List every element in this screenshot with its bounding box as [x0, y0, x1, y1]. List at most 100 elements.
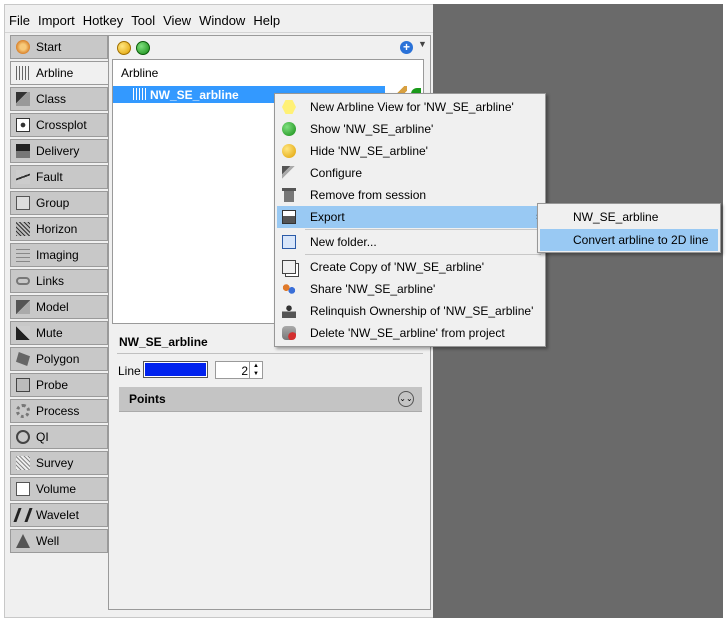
- tab-crossplot[interactable]: Crossplot: [10, 113, 108, 137]
- tab-arbline[interactable]: Arbline: [10, 61, 110, 85]
- tab-survey[interactable]: Survey: [10, 451, 108, 475]
- tab-label: Mute: [36, 326, 63, 340]
- tab-label: Polygon: [36, 352, 80, 366]
- line-color-fill: [145, 363, 206, 376]
- menu-separator: [305, 254, 541, 255]
- menu-item-new-view[interactable]: New Arbline View for 'NW_SE_arbline': [277, 96, 543, 118]
- user-icon: [282, 304, 296, 318]
- menu-view[interactable]: View: [159, 10, 195, 32]
- tab-horizon[interactable]: Horizon: [10, 217, 108, 241]
- menu-item-new-folder[interactable]: New folder...: [277, 231, 543, 253]
- properties-title: NW_SE_arbline: [119, 335, 208, 349]
- tab-label: Arbline: [36, 66, 74, 80]
- qi-icon: [16, 430, 30, 444]
- menu-help[interactable]: Help: [249, 10, 284, 32]
- well-icon: [16, 534, 30, 548]
- tab-label: Crossplot: [36, 118, 87, 132]
- chevron-down-icon[interactable]: ▼: [418, 39, 427, 49]
- menu-item-remove[interactable]: Remove from session: [277, 184, 543, 206]
- tab-imaging[interactable]: Imaging: [10, 243, 108, 267]
- class-icon: [16, 92, 30, 106]
- menu-item-relinquish[interactable]: Relinquish Ownership of 'NW_SE_arbline': [277, 300, 543, 322]
- tab-wavelet[interactable]: Wavelet: [10, 503, 108, 527]
- side-tabs: Start Arbline Class Crossplot Delivery F…: [10, 35, 110, 555]
- horizon-icon: [16, 222, 30, 236]
- menu-item-show[interactable]: Show 'NW_SE_arbline': [277, 118, 543, 140]
- tab-label: Model: [36, 300, 69, 314]
- tab-label: Horizon: [36, 222, 78, 236]
- copy-icon: [282, 260, 296, 274]
- tab-volume[interactable]: Volume: [10, 477, 108, 501]
- group-icon: [16, 196, 30, 210]
- menubar: File Import Hotkey Tool View Window Help: [5, 10, 433, 32]
- tab-fault[interactable]: Fault: [10, 165, 108, 189]
- menu-window[interactable]: Window: [195, 10, 249, 32]
- submenu-item-arbline[interactable]: NW_SE_arbline: [540, 206, 718, 228]
- tree-item-label: NW_SE_arbline: [150, 88, 239, 102]
- hide-icon: [282, 144, 296, 158]
- tab-group[interactable]: Group: [10, 191, 108, 215]
- tab-delivery[interactable]: Delivery: [10, 139, 108, 163]
- show-icon: [282, 122, 296, 136]
- tree-header: Arbline: [121, 66, 159, 80]
- add-icon[interactable]: +: [400, 41, 413, 54]
- process-icon: [16, 404, 30, 418]
- tab-label: Volume: [36, 482, 77, 496]
- yellow-status-icon[interactable]: [117, 41, 131, 55]
- panel-toolbar: + ▼: [109, 36, 430, 58]
- fault-icon: [16, 170, 30, 184]
- imaging-icon: [16, 248, 30, 262]
- tab-well[interactable]: Well: [10, 529, 108, 553]
- tab-model[interactable]: Model: [10, 295, 108, 319]
- tab-probe[interactable]: Probe: [10, 373, 108, 397]
- line-width-stepper[interactable]: 2 ▲ ▼: [215, 361, 263, 379]
- wavelet-icon: [13, 508, 33, 522]
- stepper-up-icon[interactable]: ▲: [249, 362, 262, 370]
- volume-icon: [16, 482, 30, 496]
- stepper-down-icon[interactable]: ▼: [249, 370, 262, 378]
- line-label: Line: [118, 364, 141, 378]
- start-icon: [16, 40, 30, 54]
- line-color-swatch[interactable]: [143, 361, 208, 378]
- tab-label: Delivery: [36, 144, 80, 158]
- tab-qi[interactable]: QI: [10, 425, 108, 449]
- tab-label: Well: [36, 534, 60, 548]
- menu-item-configure[interactable]: Configure: [277, 162, 543, 184]
- polygon-icon: [16, 352, 30, 366]
- tab-links[interactable]: Links: [10, 269, 108, 293]
- menu-item-create-copy[interactable]: Create Copy of 'NW_SE_arbline': [277, 256, 543, 278]
- line-width-value: 2: [241, 364, 248, 378]
- tab-label: Imaging: [36, 248, 79, 262]
- points-label: Points: [129, 392, 166, 406]
- submenu-item-convert-2d[interactable]: Convert arbline to 2D line: [540, 229, 718, 251]
- menu-item-hide[interactable]: Hide 'NW_SE_arbline': [277, 140, 543, 162]
- tab-label: Process: [36, 404, 80, 418]
- tab-polygon[interactable]: Polygon: [10, 347, 108, 371]
- tab-mute[interactable]: Mute: [10, 321, 108, 345]
- expand-chevron-icon[interactable]: ⌄⌄: [398, 391, 414, 407]
- new-view-icon: [282, 100, 296, 114]
- menu-import[interactable]: Import: [34, 10, 79, 32]
- menu-hotkey[interactable]: Hotkey: [79, 10, 127, 32]
- trash-icon: [282, 188, 296, 202]
- crossplot-icon: [16, 118, 30, 132]
- properties-divider: [117, 353, 423, 354]
- menu-tool[interactable]: Tool: [127, 10, 159, 32]
- export-submenu: NW_SE_arbline Convert arbline to 2D line: [537, 203, 721, 253]
- menu-separator: [305, 229, 541, 230]
- menu-item-share[interactable]: Share 'NW_SE_arbline': [277, 278, 543, 300]
- menu-file[interactable]: File: [5, 10, 34, 32]
- tab-class[interactable]: Class: [10, 87, 108, 111]
- points-section-header[interactable]: Points ⌄⌄: [119, 387, 422, 412]
- delete-database-icon: [282, 326, 296, 340]
- arbline-item-icon: [133, 88, 146, 100]
- arbline-icon: [16, 66, 30, 80]
- green-status-icon[interactable]: [136, 41, 150, 55]
- context-menu: New Arbline View for 'NW_SE_arbline' Sho…: [274, 93, 546, 347]
- tab-label: Links: [36, 274, 65, 288]
- tab-process[interactable]: Process: [10, 399, 108, 423]
- menu-item-export[interactable]: Export›: [277, 206, 543, 228]
- model-icon: [16, 300, 30, 314]
- menu-item-delete[interactable]: Delete 'NW_SE_arbline' from project: [277, 322, 543, 344]
- tab-start[interactable]: Start: [10, 35, 108, 59]
